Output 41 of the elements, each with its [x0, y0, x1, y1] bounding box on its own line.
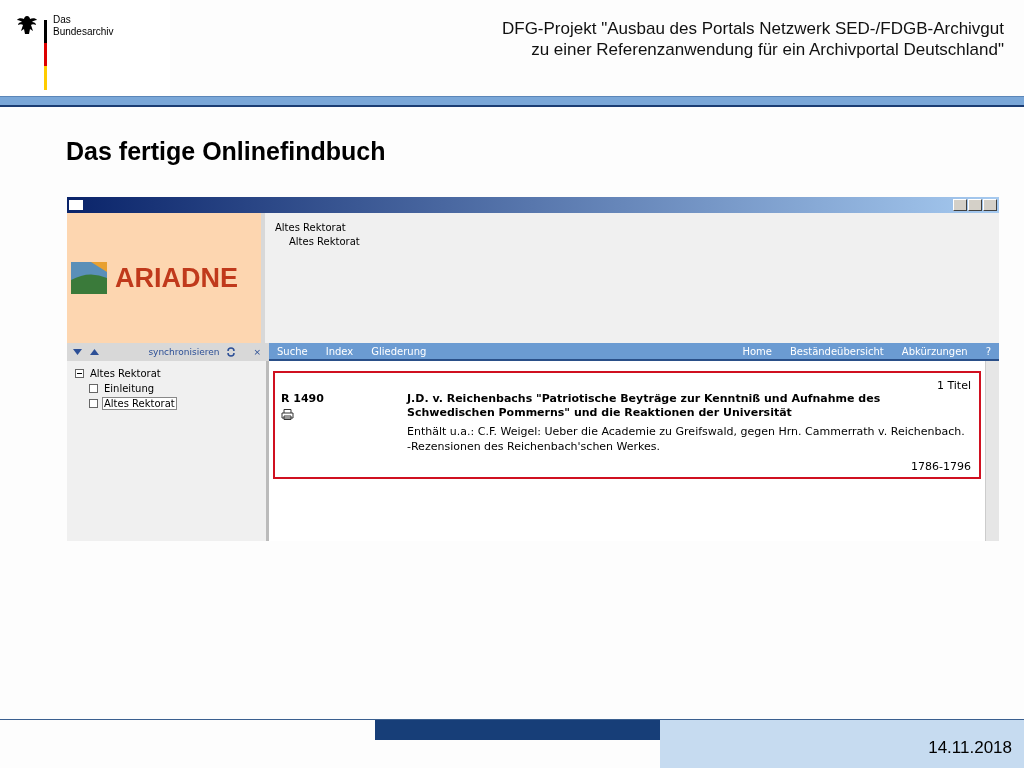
record-note: Enthält u.a.: C.F. Weigel: Ueber die Academie zu Greifswald, gegen Hrn. Cammerrath v. Reichenbach. -Rezensionen des Reichenbach'schen Werkes.	[407, 424, 966, 454]
slide-title: zu einer Referenzanwendung für ein Archivportal Deutschland"	[531, 39, 1004, 60]
logo-text: Das	[53, 14, 72, 26]
eagle-icon	[16, 14, 38, 36]
landscape-logo-icon	[71, 262, 107, 294]
close-link[interactable]: ×	[253, 347, 261, 357]
nav-link[interactable]: Suche	[277, 345, 308, 357]
scrollbar[interactable]	[985, 361, 999, 541]
record-dates: 1786-1796	[911, 460, 971, 473]
nav-link[interactable]: Home	[742, 345, 772, 357]
tree-item[interactable]: Altes Rektorat	[88, 367, 163, 380]
result-count: 1 Titel	[936, 379, 971, 392]
collapse-toggle-icon[interactable]	[75, 369, 84, 378]
leaf-node-icon[interactable]	[89, 399, 98, 408]
slide-date: 14.11.2018	[928, 738, 1012, 758]
sync-icon[interactable]	[227, 347, 236, 357]
nav-link[interactable]: ?	[985, 345, 991, 357]
close-button[interactable]	[983, 199, 997, 211]
nav-link[interactable]: Abkürzungen	[901, 345, 968, 357]
signature-text: R 1490	[281, 392, 325, 405]
print-icon[interactable]	[281, 409, 294, 420]
restore-button[interactable]	[968, 199, 982, 211]
window-icon	[69, 200, 83, 210]
tree-item[interactable]: Einleitung	[102, 382, 157, 395]
flag-stripe	[44, 20, 47, 90]
record-title: J.D. v. Reichenbachs "Patriotische Beyträge zur Kenntniß und Aufnahme des Schwedischen Pommerns" und die Reaktionen der Universität	[407, 392, 882, 420]
slide-heading: Das fertige Onlinefindbuch	[66, 137, 387, 167]
app-logo-text: ARIADNE	[115, 262, 238, 294]
logo-text: Bundesarchiv	[53, 26, 114, 38]
up-arrow-icon[interactable]	[90, 349, 99, 355]
down-arrow-icon[interactable]	[73, 349, 82, 355]
nav-link[interactable]: Index	[325, 345, 354, 357]
tree-item[interactable]: Altes Rektorat	[102, 397, 177, 410]
nav-link[interactable]: Beständeübersicht	[790, 345, 884, 357]
leaf-node-icon[interactable]	[89, 384, 98, 393]
sync-link[interactable]: synchronisieren	[148, 347, 220, 357]
breadcrumb-text: Altes Rektorat	[289, 235, 360, 249]
minimize-button[interactable]	[953, 199, 967, 211]
nav-link[interactable]: Gliederung	[371, 345, 427, 357]
breadcrumb-text: Altes Rektorat	[275, 221, 346, 235]
slide-title: DFG-Projekt "Ausbau des Portals Netzwerk SED-/FDGB-Archivgut	[502, 18, 1004, 39]
